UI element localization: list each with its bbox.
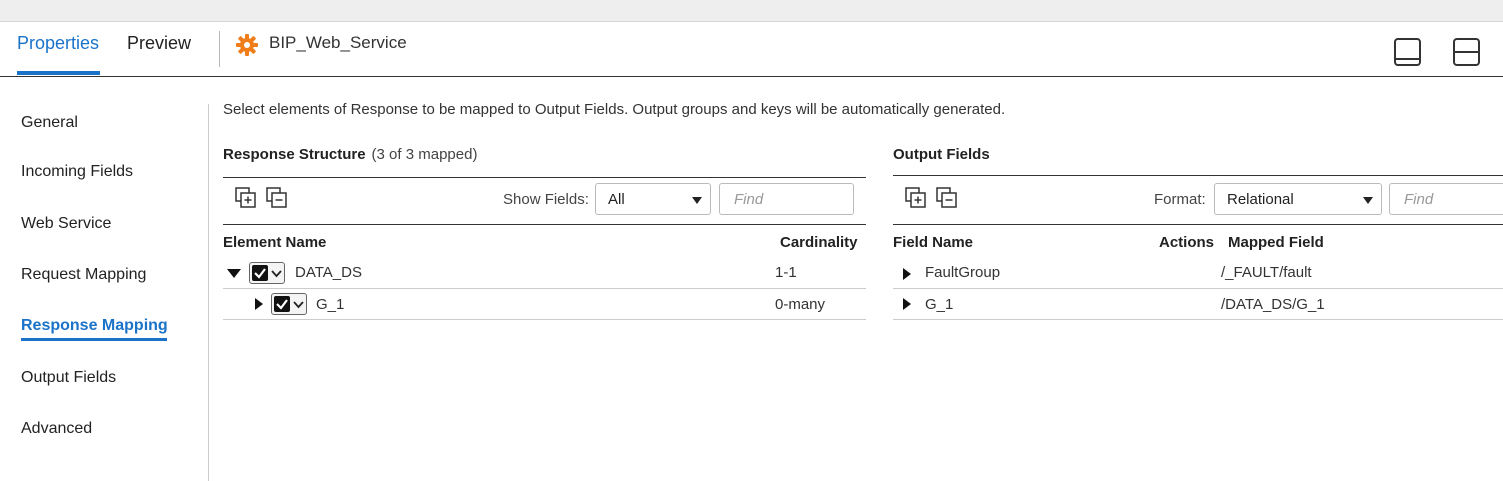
element-name-cell: DATA_DS bbox=[295, 264, 362, 281]
format-select[interactable]: Relational bbox=[1214, 183, 1382, 215]
header-divider bbox=[219, 31, 220, 67]
collapse-all-icon[interactable] bbox=[936, 187, 958, 209]
collapse-row-icon[interactable] bbox=[227, 269, 241, 278]
checkbox-checked-icon bbox=[274, 296, 290, 312]
column-actions: Actions bbox=[1159, 234, 1215, 251]
tab-properties[interactable]: Properties bbox=[17, 33, 99, 54]
checkbox-checked-icon bbox=[252, 265, 268, 281]
expand-all-icon[interactable] bbox=[905, 187, 927, 209]
chevron-down-icon bbox=[293, 301, 304, 309]
column-cardinality: Cardinality bbox=[780, 234, 858, 251]
mapped-field-cell: /DATA_DS/G_1 bbox=[1221, 296, 1325, 313]
show-fields-value: All bbox=[608, 191, 625, 208]
object-title: BIP_Web_Service bbox=[269, 33, 407, 52]
row-checkbox-dropdown[interactable] bbox=[271, 293, 307, 315]
response-find-placeholder: Find bbox=[734, 191, 764, 208]
active-tab-indicator bbox=[17, 71, 100, 75]
top-strip bbox=[0, 0, 1503, 22]
collapse-all-icon[interactable] bbox=[266, 187, 288, 209]
format-label: Format: bbox=[1154, 191, 1206, 208]
format-value: Relational bbox=[1227, 191, 1294, 208]
field-name-cell: FaultGroup bbox=[925, 264, 1001, 281]
response-find-input[interactable]: Find bbox=[719, 183, 854, 215]
nav-item-output-fields[interactable]: Output Fields bbox=[21, 369, 116, 387]
field-name-cell: G_1 bbox=[925, 296, 954, 313]
expand-row-icon[interactable] bbox=[903, 268, 911, 280]
response-toolbar-rule bbox=[223, 224, 866, 225]
mapped-field-cell: /_FAULT/fault bbox=[1221, 264, 1312, 281]
active-nav-indicator bbox=[21, 338, 167, 341]
row-divider bbox=[223, 288, 866, 289]
cardinality-cell: 0-many bbox=[775, 296, 826, 313]
show-fields-label: Show Fields: bbox=[503, 191, 589, 208]
nav-item-advanced[interactable]: Advanced bbox=[21, 420, 92, 438]
mapped-status: (3 of 3 mapped) bbox=[371, 146, 478, 163]
output-toolbar-rule bbox=[893, 224, 1503, 225]
response-structure-title: Response Structure (3 of 3 mapped) bbox=[223, 146, 477, 163]
column-element-name: Element Name bbox=[223, 234, 327, 251]
row-checkbox-dropdown[interactable] bbox=[249, 262, 285, 284]
header-tabs: Properties Preview BIP_Web_Service bbox=[0, 23, 1503, 77]
chevron-down-icon bbox=[692, 197, 702, 204]
cardinality-cell: 1-1 bbox=[775, 264, 797, 281]
expand-all-icon[interactable] bbox=[235, 187, 257, 209]
expand-row-icon[interactable] bbox=[255, 298, 263, 310]
nav-item-web-service[interactable]: Web Service bbox=[21, 215, 111, 233]
bottom-panel-layout-button[interactable] bbox=[1394, 38, 1421, 66]
nav-item-incoming-fields[interactable]: Incoming Fields bbox=[21, 163, 133, 181]
row-divider bbox=[223, 319, 866, 320]
tab-preview[interactable]: Preview bbox=[127, 33, 191, 54]
row-divider bbox=[893, 288, 1503, 289]
gear-icon bbox=[236, 34, 258, 56]
column-field-name: Field Name bbox=[893, 234, 974, 251]
nav-item-request-mapping[interactable]: Request Mapping bbox=[21, 266, 146, 284]
response-structure-label: Response Structure bbox=[223, 146, 366, 163]
output-find-placeholder: Find bbox=[1404, 191, 1434, 208]
chevron-down-icon bbox=[271, 270, 282, 278]
column-mapped-field: Mapped Field bbox=[1228, 234, 1324, 251]
nav-item-general[interactable]: General bbox=[21, 114, 78, 132]
section-description: Select elements of Response to be mapped… bbox=[223, 101, 1006, 118]
show-fields-select[interactable]: All bbox=[595, 183, 711, 215]
chevron-down-icon bbox=[1363, 197, 1373, 204]
output-title-rule bbox=[893, 175, 1503, 176]
output-fields-title: Output Fields bbox=[893, 146, 990, 163]
response-title-rule bbox=[223, 177, 866, 178]
nav-divider bbox=[208, 104, 209, 481]
output-find-input[interactable]: Find bbox=[1389, 183, 1503, 215]
row-divider bbox=[893, 319, 1503, 320]
expand-row-icon[interactable] bbox=[903, 298, 911, 310]
nav-item-response-mapping[interactable]: Response Mapping bbox=[21, 317, 168, 335]
element-name-cell: G_1 bbox=[316, 296, 345, 313]
split-panel-layout-button[interactable] bbox=[1453, 38, 1480, 66]
